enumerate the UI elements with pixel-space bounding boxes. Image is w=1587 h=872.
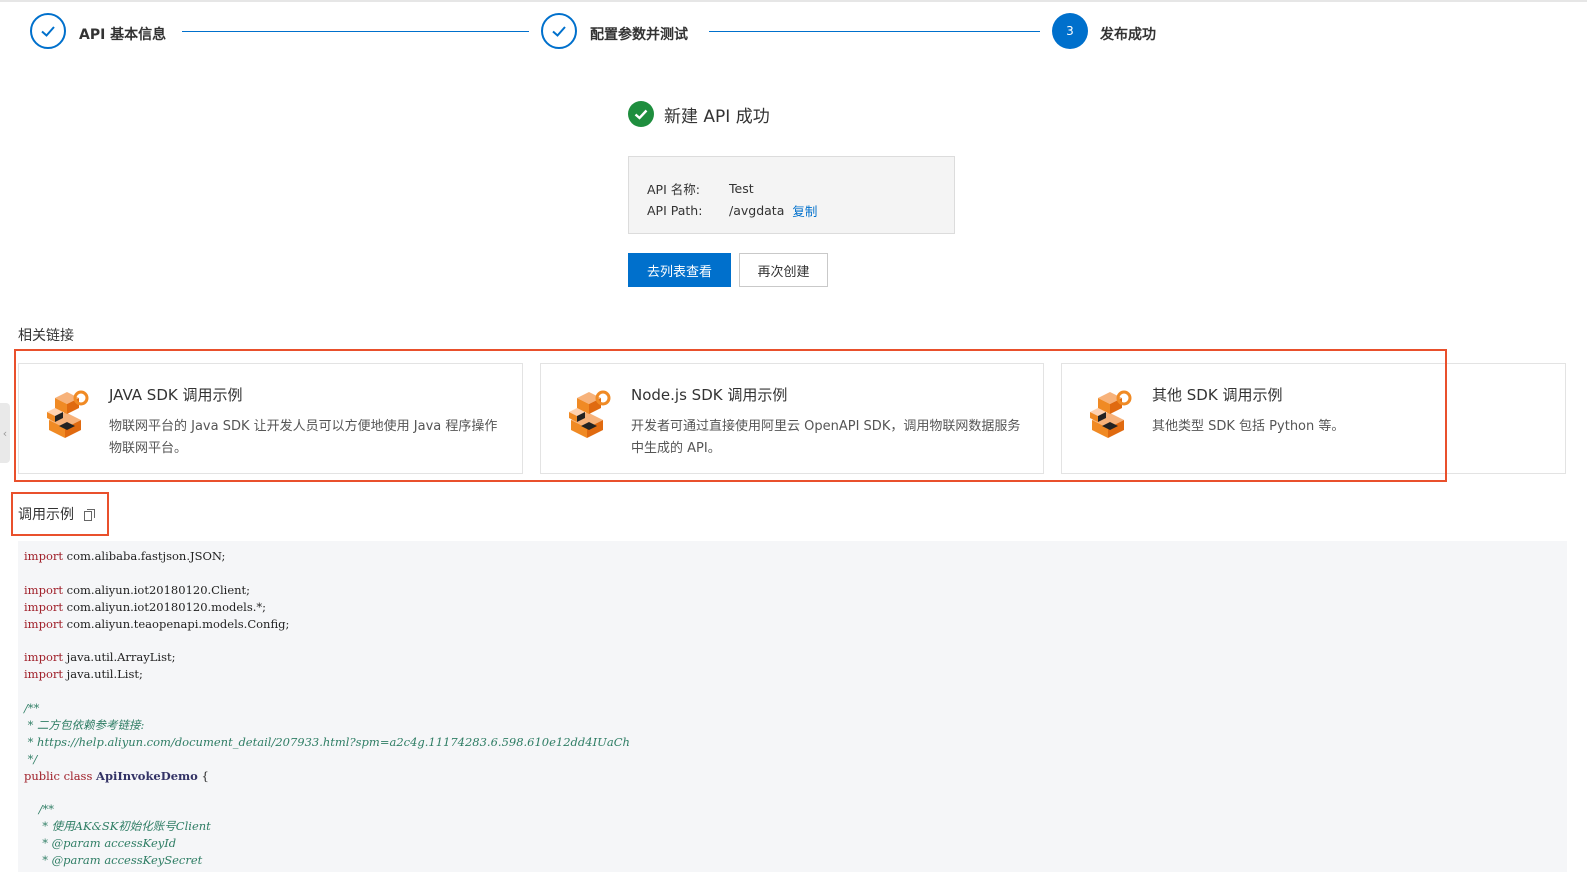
code-line: * 使用AK&SK初始化账号Client [24, 819, 211, 834]
step-2-label: 配置参数并测试 [590, 27, 688, 43]
card-java-desc: 物联网平台的 Java SDK 让开发人员可以方便地使用 Java 程序操作物联… [109, 419, 498, 456]
code-line: import com.aliyun.iot20180120.models.*; [24, 599, 267, 614]
create-again-button[interactable]: 再次创建 [739, 253, 828, 287]
step-1-label: API 基本信息 [79, 27, 167, 43]
go-to-list-button[interactable]: 去列表查看 [628, 253, 731, 287]
step-2-check-icon [541, 13, 577, 49]
code-line: public class ApiInvokeDemo { [24, 768, 209, 783]
api-name-row: API 名称: Test [647, 177, 954, 199]
example-title-text: 调用示例 [18, 507, 74, 523]
success-title-text: 新建 API 成功 [664, 106, 770, 127]
code-line: * @param accessKeyId [24, 836, 177, 851]
step-indicator: API 基本信息 配置参数并测试 3 发布成功 [0, 0, 1587, 64]
api-info-box: API 名称: Test API Path: /avgdata 复制 [628, 156, 955, 234]
example-title: 调用示例 [18, 504, 96, 524]
sdk-cube-icon [1090, 390, 1132, 438]
card-nodejs-desc: 开发者可通过直接使用阿里云 OpenAPI SDK，调用物联网数据服务中生成的 … [631, 419, 1021, 456]
code-line: */ [24, 751, 38, 766]
step-3-number: 3 [1052, 13, 1088, 49]
card-java-sdk[interactable]: JAVA SDK 调用示例 物联网平台的 Java SDK 让开发人员可以方便地… [18, 363, 523, 474]
code-line: import java.util.List; [24, 667, 143, 682]
code-line: * 二方包依赖参考链接: [24, 717, 145, 732]
success-check-icon [628, 101, 654, 127]
chevron-left-icon: ‹ [2, 426, 8, 440]
code-line: * @param accessKeySecret [24, 853, 203, 868]
code-line: /** [24, 701, 40, 716]
card-other-desc: 其他类型 SDK 包括 Python 等。 [1152, 419, 1345, 434]
code-line: * https://help.aliyun.com/document_detai… [24, 734, 630, 749]
api-path-value: /avgdata [729, 202, 785, 218]
sdk-cube-icon [569, 390, 611, 438]
api-path-key: API Path: [647, 202, 703, 218]
sdk-cube-icon [47, 390, 89, 438]
card-other-title[interactable]: 其他 SDK 调用示例 [1152, 384, 1282, 405]
card-java-title[interactable]: JAVA SDK 调用示例 [109, 384, 242, 405]
card-nodejs-sdk[interactable]: Node.js SDK 调用示例 开发者可通过直接使用阿里云 OpenAPI S… [540, 363, 1044, 474]
step-1-check-icon [30, 13, 66, 49]
copy-path-link[interactable]: 复制 [792, 201, 817, 220]
code-line: import com.aliyun.teaopenapi.models.Conf… [24, 616, 290, 631]
step-3-label: 发布成功 [1100, 27, 1156, 43]
success-title: 新建 API 成功 [628, 100, 770, 128]
collapse-left-tab[interactable]: ‹ [0, 403, 10, 463]
step-2-connector [709, 31, 1040, 32]
code-example-block: import com.alibaba.fastjson.JSON; import… [18, 541, 1567, 872]
code-line: import com.aliyun.iot20180120.Client; [24, 582, 251, 597]
code-line: import java.util.ArrayList; [24, 650, 176, 665]
code-line: import com.alibaba.fastjson.JSON; [24, 549, 226, 563]
api-name-value: Test [729, 180, 754, 196]
copy-icon[interactable] [84, 509, 96, 521]
code-line: /** [24, 802, 54, 817]
related-links-title: 相关链接 [18, 328, 74, 344]
api-path-row: API Path: /avgdata 复制 [647, 199, 954, 221]
card-other-sdk[interactable]: 其他 SDK 调用示例 其他类型 SDK 包括 Python 等。 [1061, 363, 1566, 474]
api-name-key: API 名称: [647, 181, 700, 197]
step-1-connector [182, 31, 529, 32]
card-nodejs-title[interactable]: Node.js SDK 调用示例 [631, 384, 787, 405]
